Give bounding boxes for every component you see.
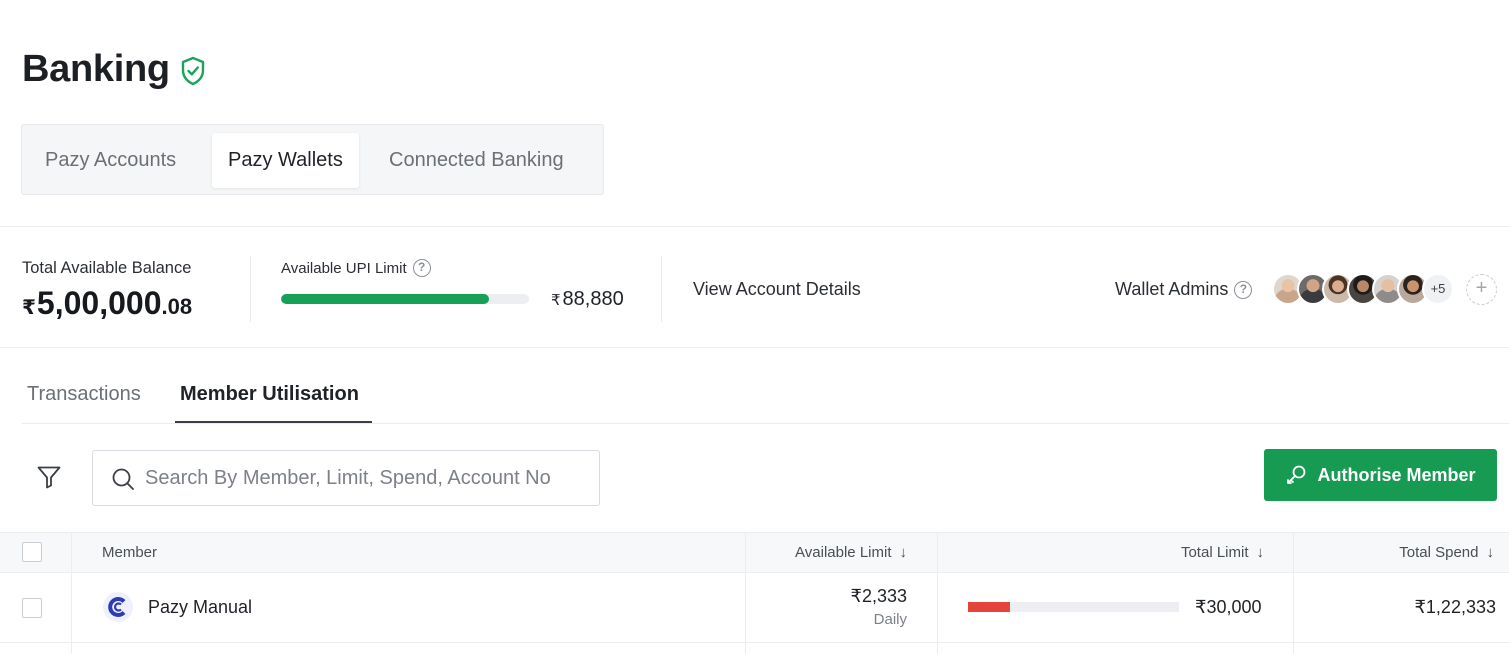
authorise-member-label: Authorise Member (1317, 464, 1476, 485)
column-header-member[interactable]: Member (102, 533, 157, 572)
page-title: Banking (22, 48, 170, 90)
column-divider (937, 532, 938, 654)
tab-pazy-accounts[interactable]: Pazy Accounts (29, 133, 192, 188)
table-header: Member Available Limit ↓ Total Limit ↓ Tot… (0, 532, 1509, 573)
total-limit-value: ₹30,000 (1195, 597, 1262, 617)
banking-tabs: Pazy Accounts Pazy Wallets Connected Ban… (21, 124, 604, 195)
upi-limit-value: ₹88,880 (551, 288, 624, 311)
tab-connected-banking[interactable]: Connected Banking (373, 133, 580, 188)
currency-symbol: ₹ (22, 297, 36, 319)
authorise-member-button[interactable]: Authorise Member (1264, 449, 1497, 501)
more-admins-count[interactable]: +5 (1422, 273, 1454, 305)
divider (250, 256, 251, 322)
tab-pazy-wallets[interactable]: Pazy Wallets (212, 133, 359, 188)
upi-limit-label: Available UPI Limit ? (281, 259, 431, 277)
add-admin-button[interactable]: + (1466, 274, 1497, 305)
wallet-admin-avatars[interactable]: +5 (1272, 273, 1454, 305)
currency-symbol: ₹ (551, 292, 561, 309)
divider (0, 347, 1509, 348)
balance-label: Total Available Balance (22, 259, 192, 277)
limit-period: Daily (873, 611, 907, 628)
limit-usage-bar (968, 602, 1179, 612)
column-header-total-limit[interactable]: Total Limit ↓ (1181, 533, 1264, 572)
sort-down-icon[interactable]: ↓ (1257, 533, 1265, 572)
divider (22, 423, 1509, 424)
upi-limit-bar (281, 294, 529, 304)
balance-main: 5,00,000 (36, 285, 162, 321)
search-input[interactable] (145, 461, 585, 495)
column-header-label: Available Limit (795, 544, 892, 561)
upi-limit-bar-fill (281, 294, 490, 304)
column-divider (745, 532, 746, 654)
search-box (92, 450, 600, 506)
divider (0, 226, 1509, 227)
filter-icon[interactable] (36, 464, 62, 490)
page-header: Banking (22, 48, 206, 91)
divider (661, 256, 662, 322)
divider (0, 642, 1509, 643)
column-header-total-spend[interactable]: Total Spend ↓ (1399, 533, 1494, 572)
shield-check-icon (181, 56, 205, 85)
row-checkbox[interactable] (22, 598, 42, 618)
upi-limit-label-text: Available UPI Limit (281, 259, 407, 277)
balance-decimal: .08 (161, 294, 193, 319)
wallet-admins-label: Wallet Admins ? (1115, 279, 1253, 300)
help-icon[interactable]: ? (412, 259, 431, 277)
help-icon[interactable]: ? (1234, 280, 1253, 299)
tab-transactions[interactable]: Transactions (27, 383, 141, 406)
select-all-checkbox[interactable] (22, 542, 42, 562)
member-name: Pazy Manual (148, 597, 253, 617)
limit-usage-bar-fill (968, 602, 1011, 612)
member-logo-icon (103, 592, 133, 622)
key-icon (1287, 465, 1306, 484)
available-limit-value: ₹2,333 (850, 586, 908, 606)
wallet-admins-label-text: Wallet Admins (1115, 279, 1229, 299)
upi-limit-amount: 88,880 (562, 288, 624, 310)
column-divider (1293, 532, 1294, 654)
column-header-available-limit[interactable]: Available Limit ↓ (795, 533, 907, 572)
tab-member-utilisation[interactable]: Member Utilisation (180, 383, 359, 406)
total-spend-value: ₹1,22,333 (1414, 597, 1496, 617)
sort-down-icon[interactable]: ↓ (1487, 533, 1495, 572)
view-account-details-link[interactable]: View Account Details (693, 279, 861, 300)
balance-value: ₹5,00,000.08 (22, 285, 192, 322)
column-header-label: Total Limit (1180, 544, 1249, 561)
column-divider (71, 532, 72, 654)
column-header-label: Total Spend (1399, 544, 1479, 561)
sort-down-icon[interactable]: ↓ (900, 533, 908, 572)
search-icon (112, 468, 134, 490)
